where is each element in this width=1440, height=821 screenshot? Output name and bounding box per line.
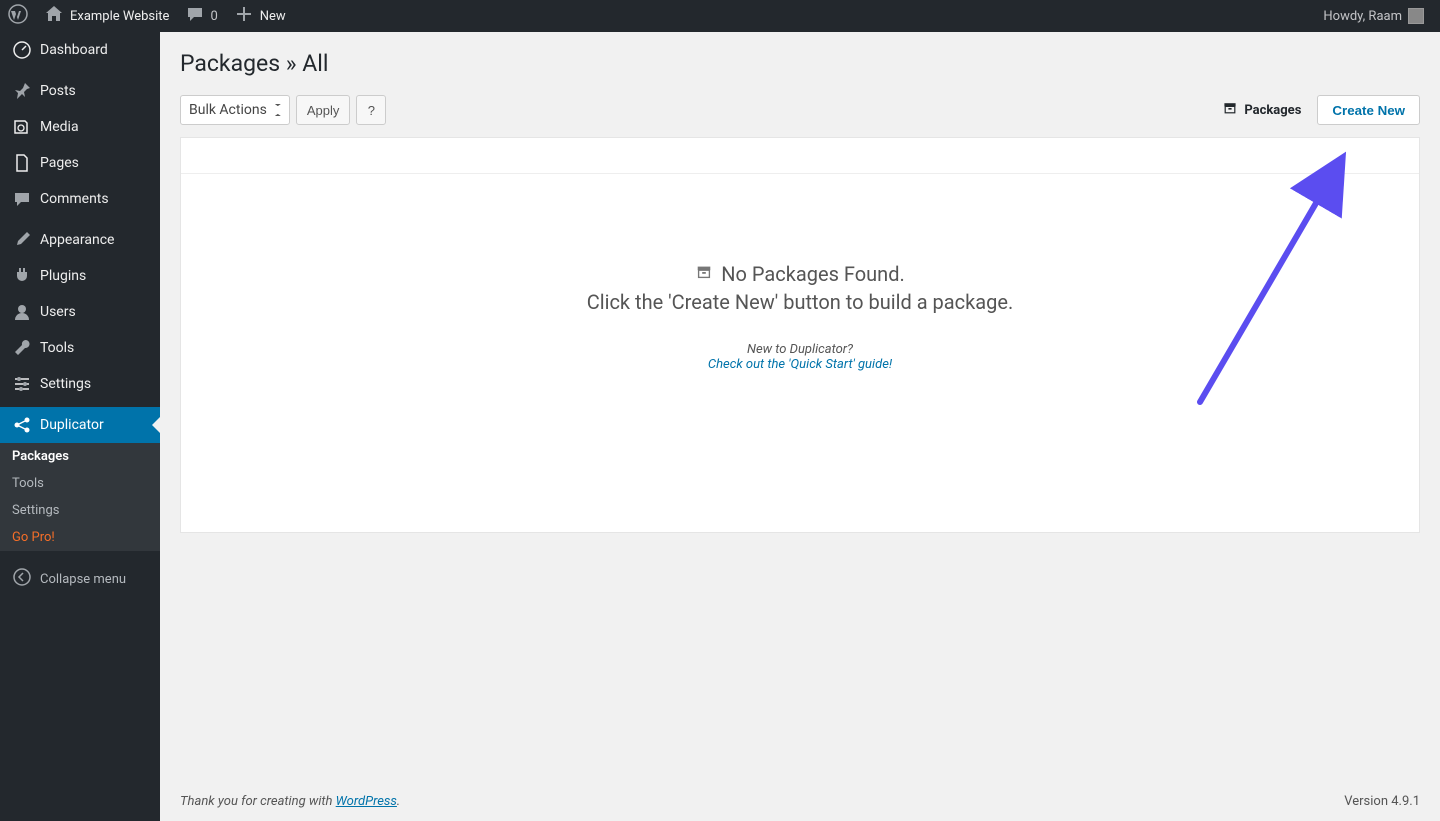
admin-sidebar: Dashboard Posts Media Pages Comments App…	[0, 32, 160, 821]
sidebar-label: Duplicator	[40, 417, 104, 433]
collapse-icon	[12, 567, 40, 591]
avatar	[1408, 8, 1424, 24]
sidebar-label: Settings	[40, 376, 91, 392]
sidebar-item-posts[interactable]: Posts	[0, 73, 160, 109]
plug-icon	[12, 266, 32, 286]
submenu-settings[interactable]: Settings	[0, 497, 160, 524]
site-name-label: Example Website	[70, 9, 169, 24]
brush-icon	[12, 230, 32, 250]
wordpress-icon	[8, 4, 28, 28]
submenu-tools[interactable]: Tools	[0, 470, 160, 497]
pin-icon	[12, 81, 32, 101]
wrench-icon	[12, 338, 32, 358]
sidebar-item-settings[interactable]: Settings	[0, 366, 160, 402]
comment-icon	[185, 4, 205, 28]
toolbar-right: Packages Create New	[1222, 95, 1420, 125]
empty-subtitle: Click the 'Create New' button to build a…	[201, 290, 1399, 314]
sidebar-label: Appearance	[40, 232, 114, 248]
toolbar: Bulk Actions Apply ? Packages Create New	[180, 89, 1420, 131]
sidebar-label: Dashboard	[40, 42, 108, 58]
sidebar-item-media[interactable]: Media	[0, 109, 160, 145]
packages-tab-label: Packages	[1244, 103, 1301, 118]
sidebar-label: Posts	[40, 83, 76, 99]
quickstart-link[interactable]: Check out the 'Quick Start' guide!	[708, 357, 892, 372]
sidebar-label: Plugins	[40, 268, 86, 284]
archive-icon	[1222, 100, 1244, 120]
media-icon	[12, 117, 32, 137]
sidebar-label: Users	[40, 304, 76, 320]
footer-left: Thank you for creating with WordPress.	[180, 794, 400, 809]
page-title: Packages » All	[180, 32, 1420, 89]
bulk-actions-select[interactable]: Bulk Actions	[180, 95, 290, 125]
user-menu[interactable]: Howdy, Raam	[1315, 0, 1432, 32]
empty-title: No Packages Found.	[695, 262, 905, 286]
version-label: Version 4.9.1	[1344, 794, 1420, 809]
wordpress-link[interactable]: WordPress	[336, 794, 397, 809]
sidebar-item-pages[interactable]: Pages	[0, 145, 160, 181]
sidebar-item-duplicator[interactable]: Duplicator	[0, 407, 160, 443]
wp-logo-button[interactable]	[0, 0, 36, 32]
sidebar-item-tools[interactable]: Tools	[0, 330, 160, 366]
collapse-menu[interactable]: Collapse menu	[0, 559, 160, 599]
plus-icon	[234, 4, 254, 28]
new-button[interactable]: New	[226, 0, 294, 32]
empty-help-line: New to Duplicator?	[201, 342, 1399, 357]
main-content: Packages » All Bulk Actions Apply ? Pack…	[160, 32, 1440, 821]
collapse-label: Collapse menu	[40, 572, 126, 587]
share-icon	[12, 415, 32, 435]
toolbar-left: Bulk Actions Apply ?	[180, 95, 386, 125]
howdy-label: Howdy, Raam	[1323, 9, 1402, 24]
sliders-icon	[12, 374, 32, 394]
dashboard-icon	[12, 40, 32, 60]
panel-body: No Packages Found. Click the 'Create New…	[181, 174, 1419, 532]
comments-button[interactable]: 0	[177, 0, 225, 32]
apply-button[interactable]: Apply	[296, 95, 351, 125]
duplicator-submenu: Packages Tools Settings Go Pro!	[0, 443, 160, 551]
submenu-packages[interactable]: Packages	[0, 443, 160, 470]
admin-footer: Thank you for creating with WordPress. V…	[180, 781, 1420, 821]
panel-header	[181, 138, 1419, 174]
admin-bar-right: Howdy, Raam	[1315, 0, 1432, 32]
sidebar-item-comments[interactable]: Comments	[0, 181, 160, 217]
sidebar-item-users[interactable]: Users	[0, 294, 160, 330]
submenu-gopro[interactable]: Go Pro!	[0, 524, 160, 551]
page-icon	[12, 153, 32, 173]
site-name-button[interactable]: Example Website	[36, 0, 177, 32]
comment-icon	[12, 189, 32, 209]
user-icon	[12, 302, 32, 322]
home-icon	[44, 4, 64, 28]
bulk-actions-label: Bulk Actions	[189, 102, 267, 118]
sidebar-label: Comments	[40, 191, 109, 207]
admin-bar: Example Website 0 New Howdy, Raam	[0, 0, 1440, 32]
help-button[interactable]: ?	[356, 95, 386, 125]
packages-panel: No Packages Found. Click the 'Create New…	[180, 137, 1420, 533]
sidebar-item-plugins[interactable]: Plugins	[0, 258, 160, 294]
sidebar-label: Pages	[40, 155, 79, 171]
comment-count: 0	[210, 9, 217, 24]
sidebar-item-appearance[interactable]: Appearance	[0, 222, 160, 258]
sidebar-label: Tools	[40, 340, 74, 356]
admin-bar-left: Example Website 0 New	[0, 0, 294, 32]
help-label: ?	[368, 103, 375, 118]
sidebar-label: Media	[40, 119, 79, 135]
archive-icon	[695, 262, 713, 286]
create-new-button[interactable]: Create New	[1317, 95, 1420, 125]
sidebar-item-dashboard[interactable]: Dashboard	[0, 32, 160, 68]
new-label: New	[260, 9, 286, 24]
packages-tab[interactable]: Packages	[1222, 100, 1301, 120]
